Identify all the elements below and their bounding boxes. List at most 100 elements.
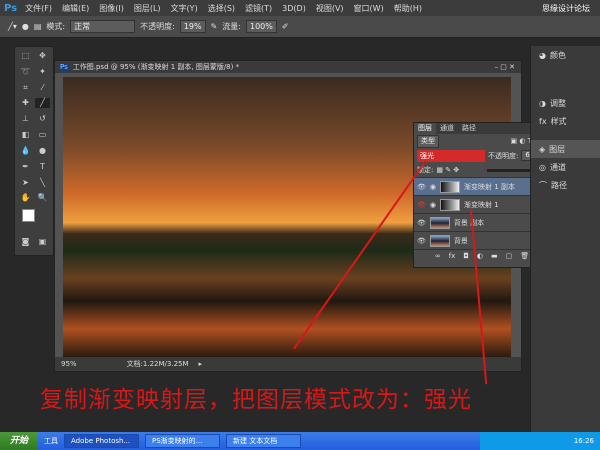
gradient-tool-icon[interactable]: ▭ [35,130,50,140]
lasso-tool-icon[interactable]: ➰ [18,67,33,77]
screen-mode-icon[interactable]: ▣ [35,237,50,247]
quick-mask-icon[interactable]: ◙ [18,237,33,247]
new-group-icon[interactable]: ▬ [491,252,498,260]
clock: 16:26 [573,437,594,445]
toolbar: ⬚ ✥ ➰ ✦ ⌗ ⁄ ✚ ╱ ⊥ ↺ ◧ ▭ 💧 ● ✒ T ➤ ╲ ✋ 🔍 ◙ ▣ [14,46,54,256]
marquee-tool-icon[interactable]: ⬚ [18,51,33,61]
opacity-label: 不透明度: [488,151,519,160]
flow-input[interactable]: 100% [245,20,277,33]
airbrush-icon[interactable]: ✐ [282,22,289,31]
panel-label: 通道 [549,162,566,172]
zoom-level[interactable]: 95% [61,360,77,368]
new-layer-icon[interactable]: ▢ [506,252,513,260]
panel-color[interactable]: ◕ 颜色 [531,46,600,64]
ps-file-icon: Ps [59,63,69,71]
brush-tool-icon[interactable]: ╱ [35,98,50,109]
filter-select[interactable]: 类型 [417,134,439,148]
zoom-tool-icon[interactable]: 🔍 [35,193,50,203]
blend-mode-select[interactable]: 强光 [417,149,485,162]
panel-layers[interactable]: ◈ 图层 [531,140,600,158]
watermark: 思缘设计论坛 [542,3,590,13]
menu-view[interactable]: 视图(V) [316,3,344,14]
mask-thumbnail [440,180,460,193]
document-tab[interactable]: Ps 工作图.psd @ 95% (渐变映射 1 副本, 图层蒙版/8) * –… [55,61,521,73]
panel-label: 样式 [550,116,567,126]
eye-icon[interactable]: 👁 [417,201,426,209]
menu-image[interactable]: 图像(I) [99,3,124,14]
eyedropper-icon[interactable]: ⁄ [35,83,50,93]
color-swatches[interactable] [18,209,50,231]
layer-name: 背景 [453,236,468,245]
trash-icon[interactable]: 🗑 [520,252,529,260]
panel-paths[interactable]: ⌒ 路径 [531,176,600,194]
layer-name: 渐变映射 1 [464,200,499,209]
new-adjustment-icon[interactable]: ◐ [477,252,483,260]
tab-channels[interactable]: 通道 [436,123,458,134]
status-bar: 95% 文档:1.22M/3.25M ▸ [55,357,521,371]
healing-tool-icon[interactable]: ✚ [18,98,33,108]
menu-window[interactable]: 窗口(W) [354,3,384,14]
task-notepad[interactable]: 新建 文本文档 [226,434,302,448]
menu-3d[interactable]: 3D(D) [282,4,306,13]
annotation-caption: 复制渐变映射层，把图层模式改为：强光 [40,387,472,413]
layer-name: 背景 副本 [453,218,485,227]
system-tray: 16:26 [480,432,600,450]
fx-icon[interactable]: fx [449,252,456,260]
pen-tool-icon[interactable]: ✒ [18,162,33,172]
options-bar: ╱▾ ● ▤ 模式: 正常 不透明度: 19% ✎ 流量: 100% ✐ [0,16,600,38]
document-title: 工作图.psd @ 95% (渐变映射 1 副本, 图层蒙版/8) * [72,63,240,71]
task-folder[interactable]: PS渐变映射的... [145,434,221,448]
brush-icon[interactable]: ╱▾ [8,22,17,31]
crop-tool-icon[interactable]: ⌗ [18,83,33,93]
panel-channels[interactable]: ◎ 通道 [531,158,600,176]
stamp-tool-icon[interactable]: ⊥ [18,114,33,124]
panel-label: 图层 [549,144,566,154]
brush-panel-icon[interactable]: ▤ [34,22,42,31]
hand-tool-icon[interactable]: ✋ [18,193,33,203]
dodge-tool-icon[interactable]: ● [35,146,50,156]
panel-styles[interactable]: fx 样式 [531,112,600,130]
pressure-icon[interactable]: ✎ [211,22,218,31]
shape-tool-icon[interactable]: ╲ [35,178,50,188]
menu-filter[interactable]: 滤镜(T) [245,3,272,14]
type-tool-icon[interactable]: T [35,162,50,172]
opacity-input[interactable]: 19% [179,20,206,33]
task-photoshop[interactable]: Adobe Photosh... [64,434,140,448]
menu-type[interactable]: 文字(Y) [171,3,198,14]
menu-select[interactable]: 选择(S) [208,3,235,14]
menu-file[interactable]: 文件(F) [25,3,52,14]
history-brush-icon[interactable]: ↺ [35,114,50,124]
taskbar: 开始 工具 Adobe Photosh... PS渐变映射的... 新建 文本文… [0,432,600,450]
path-select-icon[interactable]: ➤ [18,178,33,188]
status-arrow-icon[interactable]: ▸ [199,360,203,368]
adjustment-icon: ◉ [429,200,436,209]
menu-bar: Ps 文件(F) 编辑(E) 图像(I) 图层(L) 文字(Y) 选择(S) 滤… [0,0,600,16]
link-icon[interactable]: ∞ [435,252,441,260]
eye-icon[interactable]: 👁 [417,183,426,191]
eye-icon[interactable]: 👁 [417,237,426,245]
window-controls[interactable]: – ▢ ✕ [495,63,521,71]
blur-tool-icon[interactable]: 💧 [18,146,33,156]
quick-launch-tools[interactable]: 工具 [44,436,58,446]
mask-thumbnail [440,198,460,211]
start-button[interactable]: 开始 [0,432,39,450]
add-mask-icon[interactable]: ◘ [463,252,469,260]
menu-edit[interactable]: 编辑(E) [62,3,89,14]
menu-layer[interactable]: 图层(L) [134,3,161,14]
move-tool-icon[interactable]: ✥ [35,51,50,61]
magic-wand-icon[interactable]: ✦ [35,67,50,77]
eraser-tool-icon[interactable]: ◧ [18,130,33,140]
tab-layers[interactable]: 图层 [414,123,436,134]
tab-paths[interactable]: 路径 [458,123,480,134]
paths-icon: ⌒ [539,180,547,190]
mode-select[interactable]: 正常 [70,20,136,33]
lock-icons[interactable]: ▦ ✎ ✥ [436,166,459,174]
layer-thumbnail [429,216,450,229]
brush-preset-icon[interactable]: ● [22,22,29,31]
eye-icon[interactable]: 👁 [417,219,426,227]
photoshop-logo: Ps [4,2,18,14]
menu-help[interactable]: 帮助(H) [394,3,422,14]
panel-adjustments[interactable]: ◑ 调整 [531,94,600,112]
adjustments-icon: ◑ [539,98,546,108]
doc-size: 文档:1.22M/3.25M [126,360,189,368]
